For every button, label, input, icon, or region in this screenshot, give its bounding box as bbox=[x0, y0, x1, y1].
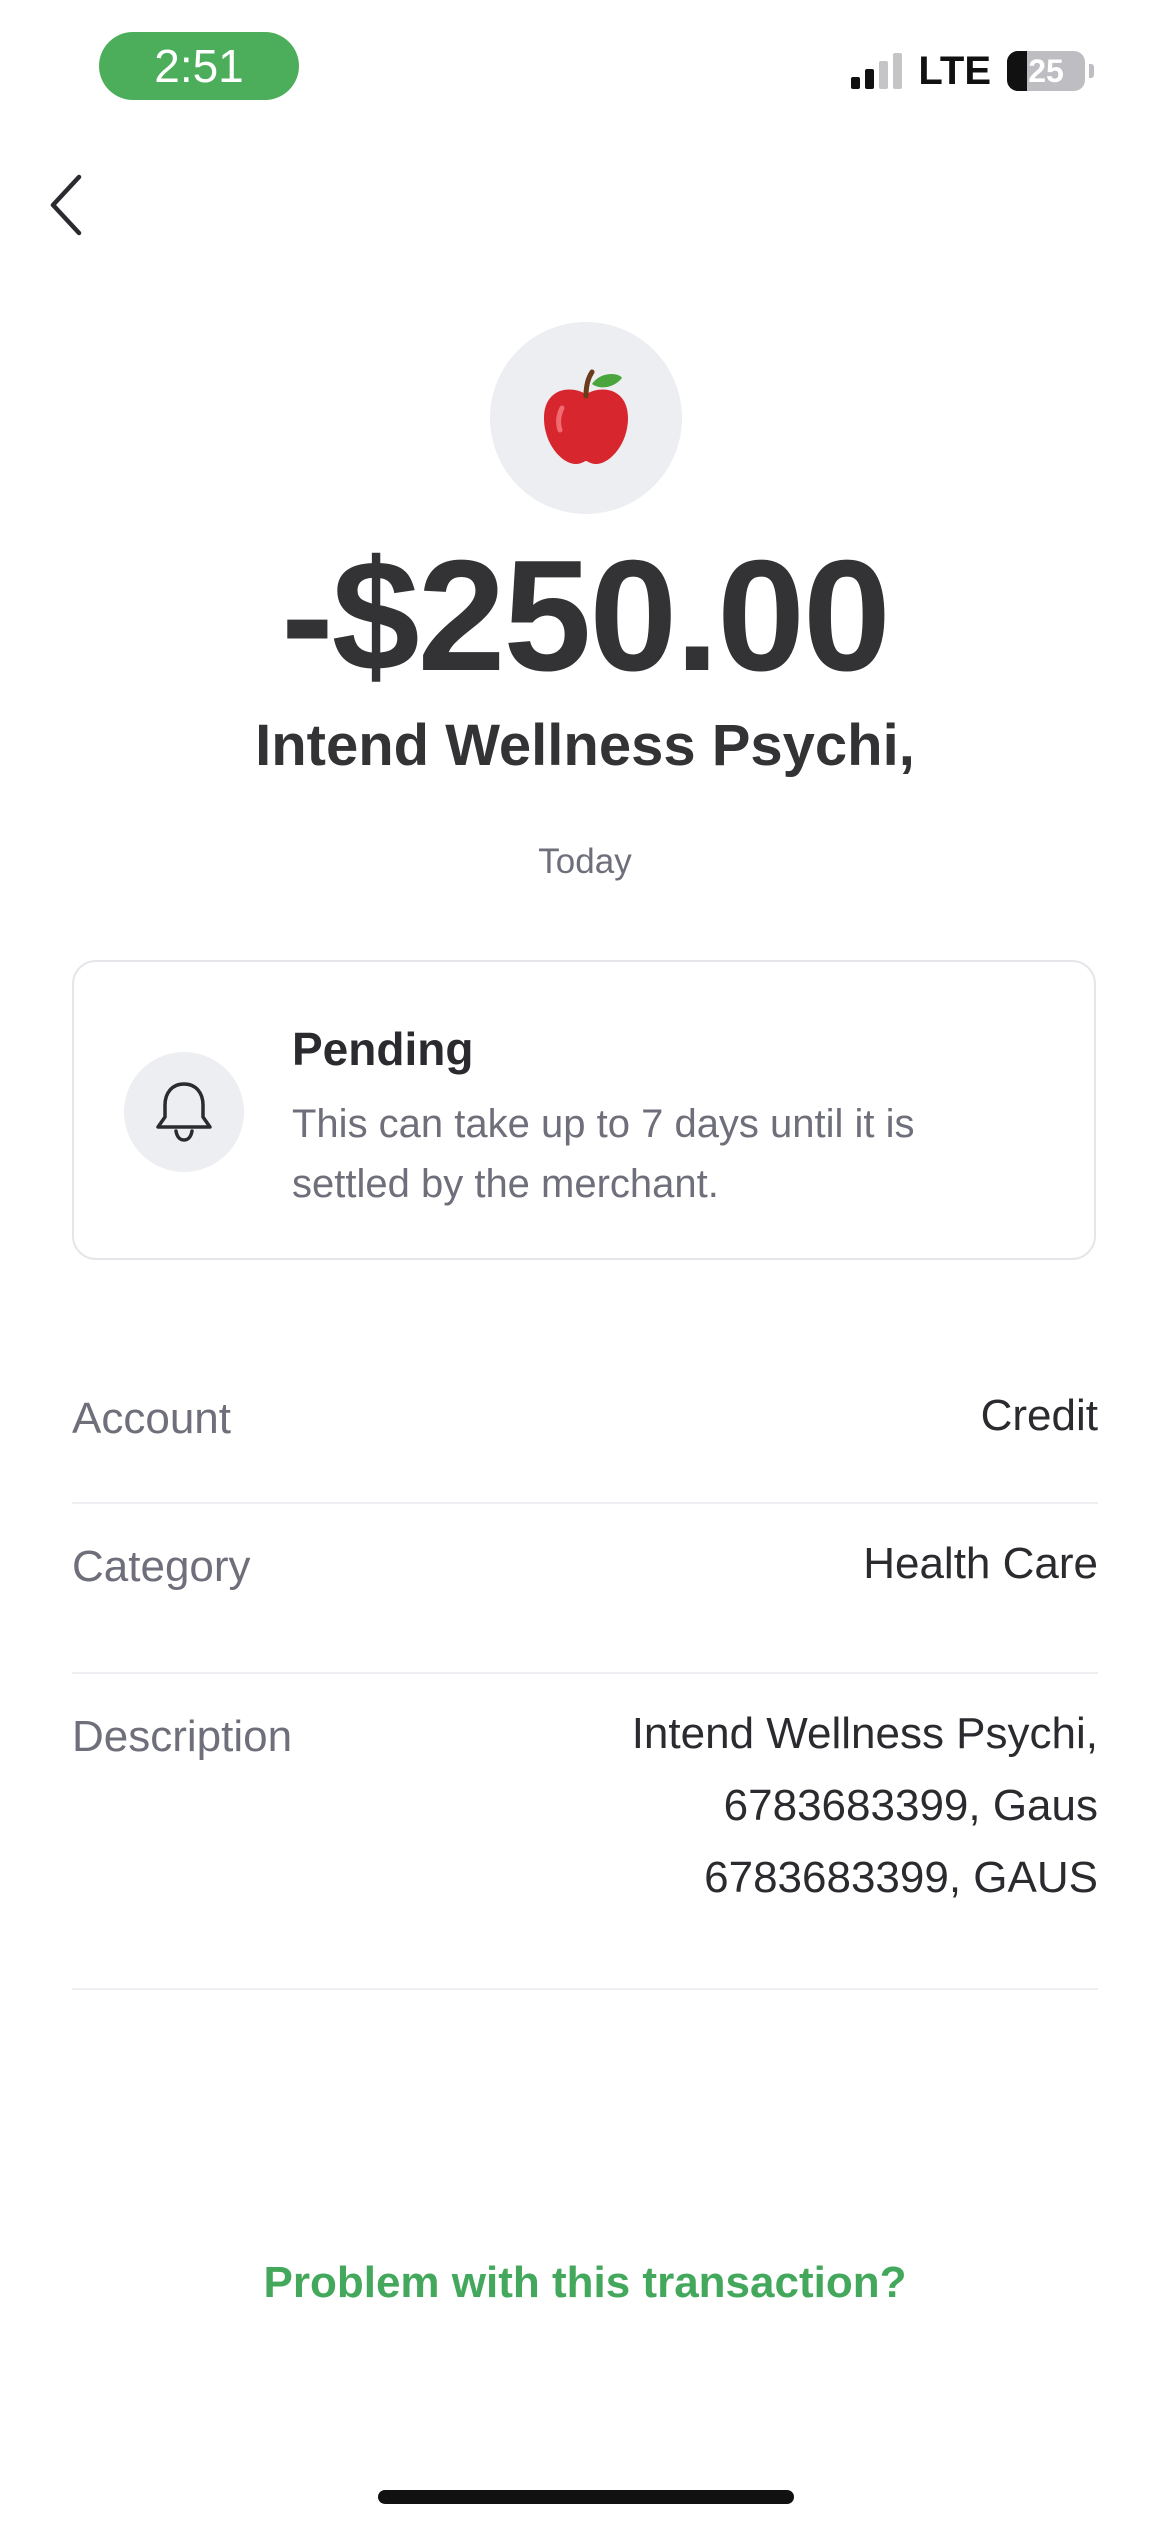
report-problem-link[interactable]: Problem with this transaction? bbox=[0, 2258, 1170, 2308]
network-type: LTE bbox=[918, 48, 991, 93]
pending-status-card: Pending This can take up to 7 days until… bbox=[72, 960, 1096, 1260]
battery-icon: 25 bbox=[1007, 51, 1085, 91]
pending-message: This can take up to 7 days until it is s… bbox=[292, 1102, 915, 1206]
account-value: Credit bbox=[980, 1391, 1098, 1440]
pending-title: Pending bbox=[292, 1023, 474, 1075]
signal-strength-icon bbox=[851, 53, 903, 89]
merchant-avatar bbox=[490, 322, 682, 514]
description-line: Intend Wellness Psychi, bbox=[631, 1709, 1098, 1758]
account-row: Account Credit bbox=[72, 1356, 1098, 1504]
account-label: Account bbox=[72, 1394, 231, 1443]
bell-icon-container bbox=[124, 1052, 244, 1172]
category-label: Category bbox=[72, 1542, 251, 1591]
battery-cap bbox=[1089, 64, 1094, 78]
back-button[interactable] bbox=[36, 160, 96, 250]
description-line: 6783683399, Gaus bbox=[723, 1781, 1098, 1830]
apple-icon bbox=[544, 369, 628, 464]
description-value: Intend Wellness Psychi, 6783683399, Gaus… bbox=[538, 1660, 1098, 1914]
description-row: Description Intend Wellness Psychi, 6783… bbox=[72, 1674, 1098, 1990]
category-value[interactable]: Health Care bbox=[863, 1490, 1098, 1600]
transaction-amount: -$250.00 bbox=[281, 528, 891, 704]
category-row[interactable]: Category Health Care bbox=[72, 1504, 1098, 1674]
status-time: 2:51 bbox=[99, 32, 299, 100]
chevron-left-icon bbox=[50, 174, 82, 236]
status-indicators: LTE 25 bbox=[851, 46, 1094, 96]
bell-icon bbox=[156, 1082, 212, 1142]
description-line: 6783683399, GAUS bbox=[704, 1853, 1098, 1902]
battery-level: 25 bbox=[1028, 52, 1064, 89]
transaction-date: Today bbox=[538, 842, 632, 881]
merchant-name: Intend Wellness Psychi, bbox=[255, 713, 915, 778]
description-label: Description bbox=[72, 1712, 293, 1761]
home-indicator[interactable] bbox=[378, 2490, 794, 2504]
